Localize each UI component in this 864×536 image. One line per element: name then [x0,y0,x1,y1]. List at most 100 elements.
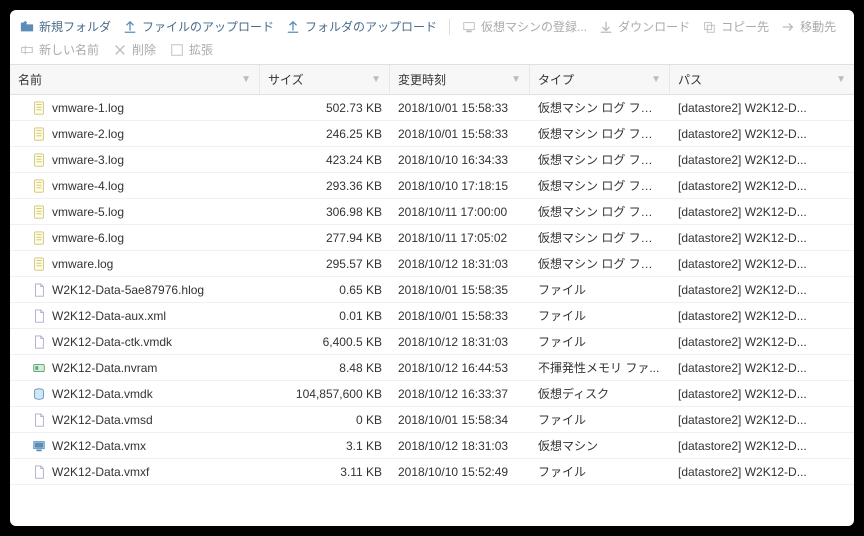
cell-modified: 2018/10/10 15:52:49 [390,465,530,479]
cell-type: 仮想マシン ログ ファ... [530,125,670,142]
table-row[interactable]: W2K12-Data-aux.xml0.01 KB2018/10/01 15:5… [10,303,854,329]
file-name: W2K12-Data.vmsd [52,413,153,427]
cell-type: 仮想マシン ログ ファ... [530,203,670,220]
move-to-button[interactable]: 移動先 [781,18,836,35]
log-file-icon [32,127,46,141]
file-name: vmware-4.log [52,179,124,193]
cell-name: vmware-2.log [10,127,260,141]
cell-type: ファイル [530,463,670,480]
cell-path: [datastore2] W2K12-D... [670,413,854,427]
table-row[interactable]: vmware.log 295.57 KB2018/10/12 18:31:03仮想… [10,251,854,277]
cell-modified: 2018/10/12 16:44:53 [390,361,530,375]
table-row[interactable]: W2K12-Data.nvram8.48 KB2018/10/12 16:44:… [10,355,854,381]
file-name: W2K12-Data-aux.xml [52,309,166,323]
filter-icon[interactable]: ▼ [241,74,251,85]
cell-type: 仮想マシン ログ ファ... [530,151,670,168]
table-row[interactable]: vmware-3.log423.24 KB2018/10/10 16:34:33… [10,147,854,173]
table-row[interactable]: W2K12-Data-ctk.vmdk6,400.5 KB2018/10/12 … [10,329,854,355]
file-name: vmware-6.log [52,231,124,245]
cell-name: W2K12-Data-aux.xml [10,309,260,323]
cell-type: 仮想マシン ログ ファ... [530,255,670,272]
column-header-type-label: タイプ [538,71,574,88]
table-header-row: 名前 ▼ サイズ ▼ 変更時刻 ▼ タイプ ▼ パス ▼ [10,64,854,95]
column-header-name[interactable]: 名前 ▼ [10,65,260,94]
upload-folder-button[interactable]: フォルダのアップロード [286,18,437,35]
folder-plus-icon [20,20,34,34]
cell-size: 0.65 KB [260,283,390,297]
log-file-icon [32,205,46,219]
cell-type: 仮想ディスク [530,385,670,402]
filter-icon[interactable]: ▼ [836,74,846,85]
cell-size: 3.1 KB [260,439,390,453]
filter-icon[interactable]: ▼ [651,74,661,85]
toolbar-secondary: 新しい名前 削除 拡張 [10,39,854,64]
file-name: W2K12-Data-5ae87976.hlog [52,283,204,297]
table-row[interactable]: vmware-1.log502.73 KB2018/10/01 15:58:33… [10,95,854,121]
register-vm-button[interactable]: 仮想マシンの登録... [462,18,587,35]
download-button[interactable]: ダウンロード [599,18,690,35]
cell-name: vmware-5.log [10,205,260,219]
log-file-icon [32,101,46,115]
register-vm-label: 仮想マシンの登録... [481,18,587,35]
log-file-icon [32,231,46,245]
cell-type: ファイル [530,333,670,350]
cell-size: 3.11 KB [260,465,390,479]
cell-type: 仮想マシン ログ ファ... [530,99,670,116]
rename-button[interactable]: 新しい名前 [20,41,99,58]
file-file-icon [32,413,46,427]
copy-icon [702,20,716,34]
table-row[interactable]: vmware-4.log293.36 KB2018/10/10 17:18:15… [10,173,854,199]
column-header-path[interactable]: パス ▼ [670,65,854,94]
table-row[interactable]: vmware-6.log277.94 KB2018/10/11 17:05:02… [10,225,854,251]
table-row[interactable]: vmware-2.log246.25 KB2018/10/01 15:58:33… [10,121,854,147]
log-file-icon [32,153,46,167]
column-header-modified[interactable]: 変更時刻 ▼ [390,65,530,94]
cell-modified: 2018/10/11 17:00:00 [390,205,530,219]
cell-name: W2K12-Data.vmx [10,439,260,453]
cell-name: vmware-3.log [10,153,260,167]
cell-modified: 2018/10/01 15:58:34 [390,413,530,427]
cell-type: 仮想マシン ログ ファ... [530,229,670,246]
cell-path: [datastore2] W2K12-D... [670,361,854,375]
table-row[interactable]: vmware-5.log306.98 KB2018/10/11 17:00:00… [10,199,854,225]
toolbar-separator [449,19,450,35]
table-row[interactable]: W2K12-Data.vmxf 3.11 KB2018/10/10 15:52:4… [10,459,854,485]
download-label: ダウンロード [618,18,690,35]
cell-path: [datastore2] W2K12-D... [670,231,854,245]
column-header-type[interactable]: タイプ ▼ [530,65,670,94]
cell-modified: 2018/10/10 17:18:15 [390,179,530,193]
file-name: W2K12-Data.vmxf [52,465,149,479]
upload-file-button[interactable]: ファイルのアップロード [123,18,274,35]
copy-to-button[interactable]: コピー先 [702,18,769,35]
cell-size: 0 KB [260,413,390,427]
cell-modified: 2018/10/01 15:58:33 [390,309,530,323]
column-header-size[interactable]: サイズ ▼ [260,65,390,94]
cell-path: [datastore2] W2K12-D... [670,205,854,219]
cell-size: 104,857,600 KB [260,387,390,401]
delete-button[interactable]: 削除 [113,41,156,58]
cell-size: 295.57 KB [260,257,390,271]
filter-icon[interactable]: ▼ [371,74,381,85]
file-file-icon [32,335,46,349]
expand-button[interactable]: 拡張 [170,41,213,58]
table-row[interactable]: W2K12-Data.vmsd0 KB2018/10/01 15:58:34ファ… [10,407,854,433]
cell-size: 502.73 KB [260,101,390,115]
cell-path: [datastore2] W2K12-D... [670,127,854,141]
table-row[interactable]: W2K12-Data-5ae87976.hlog0.65 KB2018/10/0… [10,277,854,303]
cell-path: [datastore2] W2K12-D... [670,309,854,323]
cell-modified: 2018/10/12 16:33:37 [390,387,530,401]
file-list[interactable]: vmware-1.log502.73 KB2018/10/01 15:58:33… [10,95,854,526]
cell-size: 8.48 KB [260,361,390,375]
cell-modified: 2018/10/12 18:31:03 [390,439,530,453]
cell-modified: 2018/10/12 18:31:03 [390,257,530,271]
copy-to-label: コピー先 [721,18,769,35]
new-folder-button[interactable]: 新規フォルダ [20,18,111,35]
vmx-file-icon [32,439,46,453]
cell-size: 246.25 KB [260,127,390,141]
cell-modified: 2018/10/11 17:05:02 [390,231,530,245]
file-name: vmware.log [52,257,113,271]
table-row[interactable]: W2K12-Data.vmx3.1 KB2018/10/12 18:31:03仮… [10,433,854,459]
filter-icon[interactable]: ▼ [511,74,521,85]
cell-modified: 2018/10/10 16:34:33 [390,153,530,167]
table-row[interactable]: W2K12-Data.vmdk104,857,600 KB2018/10/12 … [10,381,854,407]
